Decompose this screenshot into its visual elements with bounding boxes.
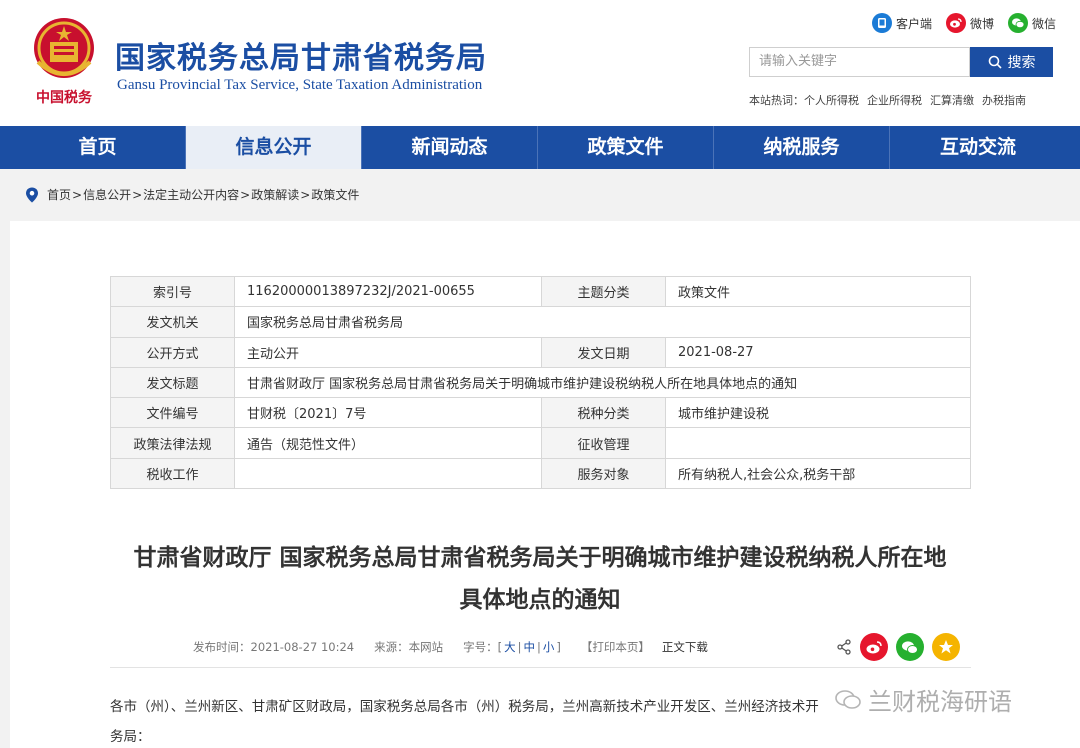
- location-pin-icon: [26, 187, 38, 202]
- nav-item-tax-service[interactable]: 纳税服务: [714, 126, 890, 169]
- article-title-line: 具体地点的通知: [459, 587, 621, 613]
- meta-value: 主动公开: [234, 336, 542, 368]
- table-row: 文件编号 甘财税〔2021〕7号 税种分类 城市维护建设税: [110, 397, 971, 429]
- hot-words-label: 本站热词：: [749, 94, 804, 107]
- meta-value: 所有纳税人,社会公众,税务干部: [665, 457, 971, 490]
- meta-label: 发文日期: [541, 336, 666, 368]
- wechat-link[interactable]: 微信: [1007, 13, 1056, 33]
- meta-value: [665, 427, 971, 459]
- meta-value: 甘财税〔2021〕7号: [234, 397, 542, 429]
- main-nav: 首页 信息公开 新闻动态 政策文件 纳税服务 互动交流: [0, 126, 1080, 169]
- share-icon[interactable]: [836, 639, 852, 655]
- font-size-controls: 字号：[大 | 中 | 小]: [463, 640, 561, 654]
- meta-value: 城市维护建设税: [665, 397, 971, 429]
- print-page-link[interactable]: 【打印本页】: [581, 639, 650, 655]
- hot-word-link[interactable]: 企业所得税: [867, 92, 922, 108]
- tax-emblem-logo[interactable]: 中国税务: [28, 14, 100, 108]
- meta-label: 索引号: [110, 275, 235, 308]
- share-favorite-button[interactable]: [932, 633, 960, 661]
- share-wechat-button[interactable]: [896, 633, 924, 661]
- meta-label: 发文机关: [110, 306, 235, 338]
- svg-text:中国税务: 中国税务: [36, 89, 93, 106]
- meta-label: 政策法律法规: [110, 427, 235, 459]
- weibo-link[interactable]: 微博: [945, 13, 994, 33]
- document-meta-table: 索引号 11620000013897232J/2021-00655 主题分类 政…: [110, 275, 971, 490]
- search-button[interactable]: 搜索: [970, 47, 1053, 77]
- publish-time: 发布时间：2021-08-27 10:24: [193, 640, 355, 654]
- article-source: 来源：本网站: [374, 640, 444, 654]
- nav-item-news[interactable]: 新闻动态: [362, 126, 538, 169]
- hot-word-link[interactable]: 办税指南: [982, 92, 1026, 108]
- table-row: 政策法律法规 通告（规范性文件） 征收管理: [110, 427, 971, 459]
- site-title: 国家税务总局甘肃省税务局: [115, 41, 487, 76]
- share-bar: [836, 633, 960, 661]
- meta-label: 税种分类: [541, 397, 666, 429]
- client-app-link[interactable]: 客户端: [871, 13, 932, 33]
- wechat-outline-icon: [835, 689, 861, 709]
- quick-links: 客户端 微博 微信: [871, 13, 1056, 33]
- breadcrumb-info-disclosure[interactable]: 信息公开: [83, 186, 131, 203]
- table-row: 公开方式 主动公开 发文日期 2021-08-27: [110, 336, 971, 368]
- font-size-large[interactable]: 大: [504, 640, 516, 654]
- site-header: 中国税务 国家税务总局甘肃省税务局 Gansu Provincial Tax S…: [0, 0, 1080, 126]
- download-link[interactable]: 正文下载: [662, 639, 708, 655]
- body-paragraph: 务局：: [110, 729, 151, 745]
- meta-label: 发文标题: [110, 366, 235, 399]
- body-paragraph: 各市（州）、兰州新区、甘肃矿区财政局，国家税务总局各市（州）税务局，兰州高新技术…: [110, 699, 819, 715]
- nav-item-info-disclosure[interactable]: 信息公开: [186, 126, 362, 169]
- hot-word-link[interactable]: 汇算清缴: [930, 92, 974, 108]
- nav-item-policy[interactable]: 政策文件: [538, 126, 714, 169]
- breadcrumb-statutory[interactable]: 法定主动公开内容: [143, 186, 239, 203]
- hot-words: 本站热词： 个人所得税 企业所得税 汇算清缴 办税指南: [749, 92, 1026, 108]
- meta-value: 国家税务总局甘肃省税务局: [234, 306, 971, 338]
- client-app-label: 客户端: [895, 16, 932, 31]
- font-size-small[interactable]: 小: [543, 640, 555, 654]
- search-icon: [988, 55, 1002, 69]
- table-row: 税收工作 服务对象 所有纳税人,社会公众,税务干部: [110, 457, 971, 490]
- star-icon: [939, 640, 953, 654]
- meta-value: 政策文件: [665, 275, 971, 308]
- meta-label: 征收管理: [541, 427, 666, 459]
- watermark: 兰财税海研语: [834, 682, 1012, 717]
- meta-label: 主题分类: [541, 275, 666, 308]
- wechat-icon: [1007, 13, 1028, 33]
- share-weibo-button[interactable]: [860, 633, 888, 661]
- meta-value: 11620000013897232J/2021-00655: [234, 275, 542, 308]
- wechat-label: 微信: [1031, 16, 1056, 31]
- font-size-medium[interactable]: 中: [524, 640, 536, 654]
- search-button-label: 搜索: [1007, 55, 1036, 71]
- phone-app-icon: [871, 13, 892, 33]
- nav-item-home[interactable]: 首页: [10, 126, 186, 169]
- meta-value: 通告（规范性文件）: [234, 427, 542, 459]
- meta-value: 甘肃省财政厅 国家税务总局甘肃省税务局关于明确城市维护建设税纳税人所在地具体地点…: [234, 366, 971, 399]
- weibo-icon: [866, 640, 882, 653]
- table-row: 索引号 11620000013897232J/2021-00655 主题分类 政…: [110, 275, 971, 308]
- meta-label: 税收工作: [110, 457, 235, 490]
- breadcrumb-interpretation[interactable]: 政策解读: [251, 186, 299, 203]
- watermark-text: 兰财税海研语: [868, 688, 1012, 716]
- breadcrumb: 首页 > 信息公开 > 法定主动公开内容 > 政策解读 > 政策文件: [25, 186, 359, 203]
- article-meta: 发布时间：2021-08-27 10:24 来源：本网站 字号：[大 | 中 | 小] …: [193, 639, 708, 655]
- weibo-icon: [945, 13, 966, 33]
- meta-label: 文件编号: [110, 397, 235, 429]
- article-title: 甘肃省财政厅 国家税务总局甘肃省税务局关于明确城市维护建设税纳税人所在地 具体地…: [100, 537, 980, 621]
- meta-label: 公开方式: [110, 336, 235, 368]
- font-size-label: 字号：: [463, 640, 498, 654]
- article-body: 各市（州）、兰州新区、甘肃矿区财政局，国家税务总局各市（州）税务局，兰州高新技术…: [110, 692, 845, 748]
- meta-value: [234, 457, 542, 490]
- search-input[interactable]: 请输入关键字: [749, 47, 970, 77]
- site-subtitle: Gansu Provincial Tax Service, State Taxa…: [117, 77, 483, 93]
- wechat-icon: [902, 640, 918, 654]
- nav-item-interaction[interactable]: 互动交流: [890, 126, 1066, 169]
- article-title-line: 甘肃省财政厅 国家税务总局甘肃省税务局关于明确城市维护建设税纳税人所在地: [133, 545, 947, 571]
- table-row: 发文机关 国家税务总局甘肃省税务局: [110, 306, 971, 338]
- divider: [110, 667, 971, 668]
- breadcrumb-home[interactable]: 首页: [47, 186, 71, 203]
- meta-label: 服务对象: [541, 457, 666, 490]
- weibo-label: 微博: [969, 16, 994, 31]
- hot-word-link[interactable]: 个人所得税: [804, 92, 859, 108]
- table-row: 发文标题 甘肃省财政厅 国家税务总局甘肃省税务局关于明确城市维护建设税纳税人所在…: [110, 366, 971, 399]
- breadcrumb-policy[interactable]: 政策文件: [311, 186, 359, 203]
- meta-value: 2021-08-27: [665, 336, 971, 368]
